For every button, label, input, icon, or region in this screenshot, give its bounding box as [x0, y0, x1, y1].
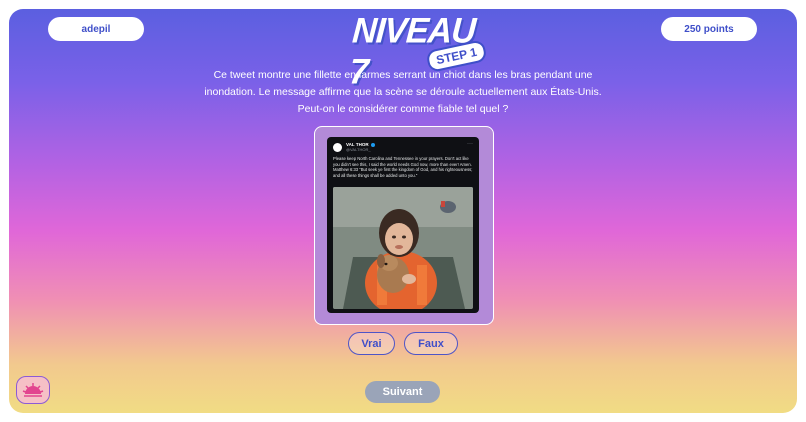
tweet-header: VAL THOR @VALTHOR_	[333, 142, 375, 152]
username-badge: adepil	[48, 17, 144, 41]
tweet-card: VAL THOR @VALTHOR_ ··· Please keep North…	[314, 126, 494, 325]
tweet-screenshot: VAL THOR @VALTHOR_ ··· Please keep North…	[327, 137, 479, 313]
points-label: 250 points	[684, 23, 734, 35]
sun-logo-icon[interactable]	[16, 376, 50, 404]
more-dots-icon: ···	[467, 141, 473, 147]
verified-badge-icon	[370, 142, 375, 147]
game-screen: adepil NIVEAU 7 STEP 1 250 points Ce twe…	[9, 9, 797, 413]
next-button[interactable]: Suivant	[365, 381, 440, 403]
false-button-label: Faux	[418, 337, 444, 350]
flood-girl-puppy-image	[333, 187, 473, 309]
true-button-label: Vrai	[361, 337, 382, 350]
level-title: NIVEAU 7 STEP 1	[347, 11, 488, 92]
tweet-photo	[333, 187, 473, 309]
username-label: adepil	[81, 23, 111, 35]
sun-logo-graphic	[22, 383, 44, 397]
tweet-avatar	[333, 142, 342, 152]
tweet-author-handle: @VALTHOR_	[346, 147, 371, 152]
question-text: Ce tweet montre une fillette en larmes s…	[204, 69, 602, 115]
next-button-label: Suivant	[382, 386, 423, 398]
points-badge: 250 points	[661, 17, 757, 41]
true-button[interactable]: Vrai	[348, 332, 395, 355]
tweet-text: Please keep North Carolina and Tennessee…	[333, 156, 473, 178]
false-button[interactable]: Faux	[404, 332, 458, 355]
